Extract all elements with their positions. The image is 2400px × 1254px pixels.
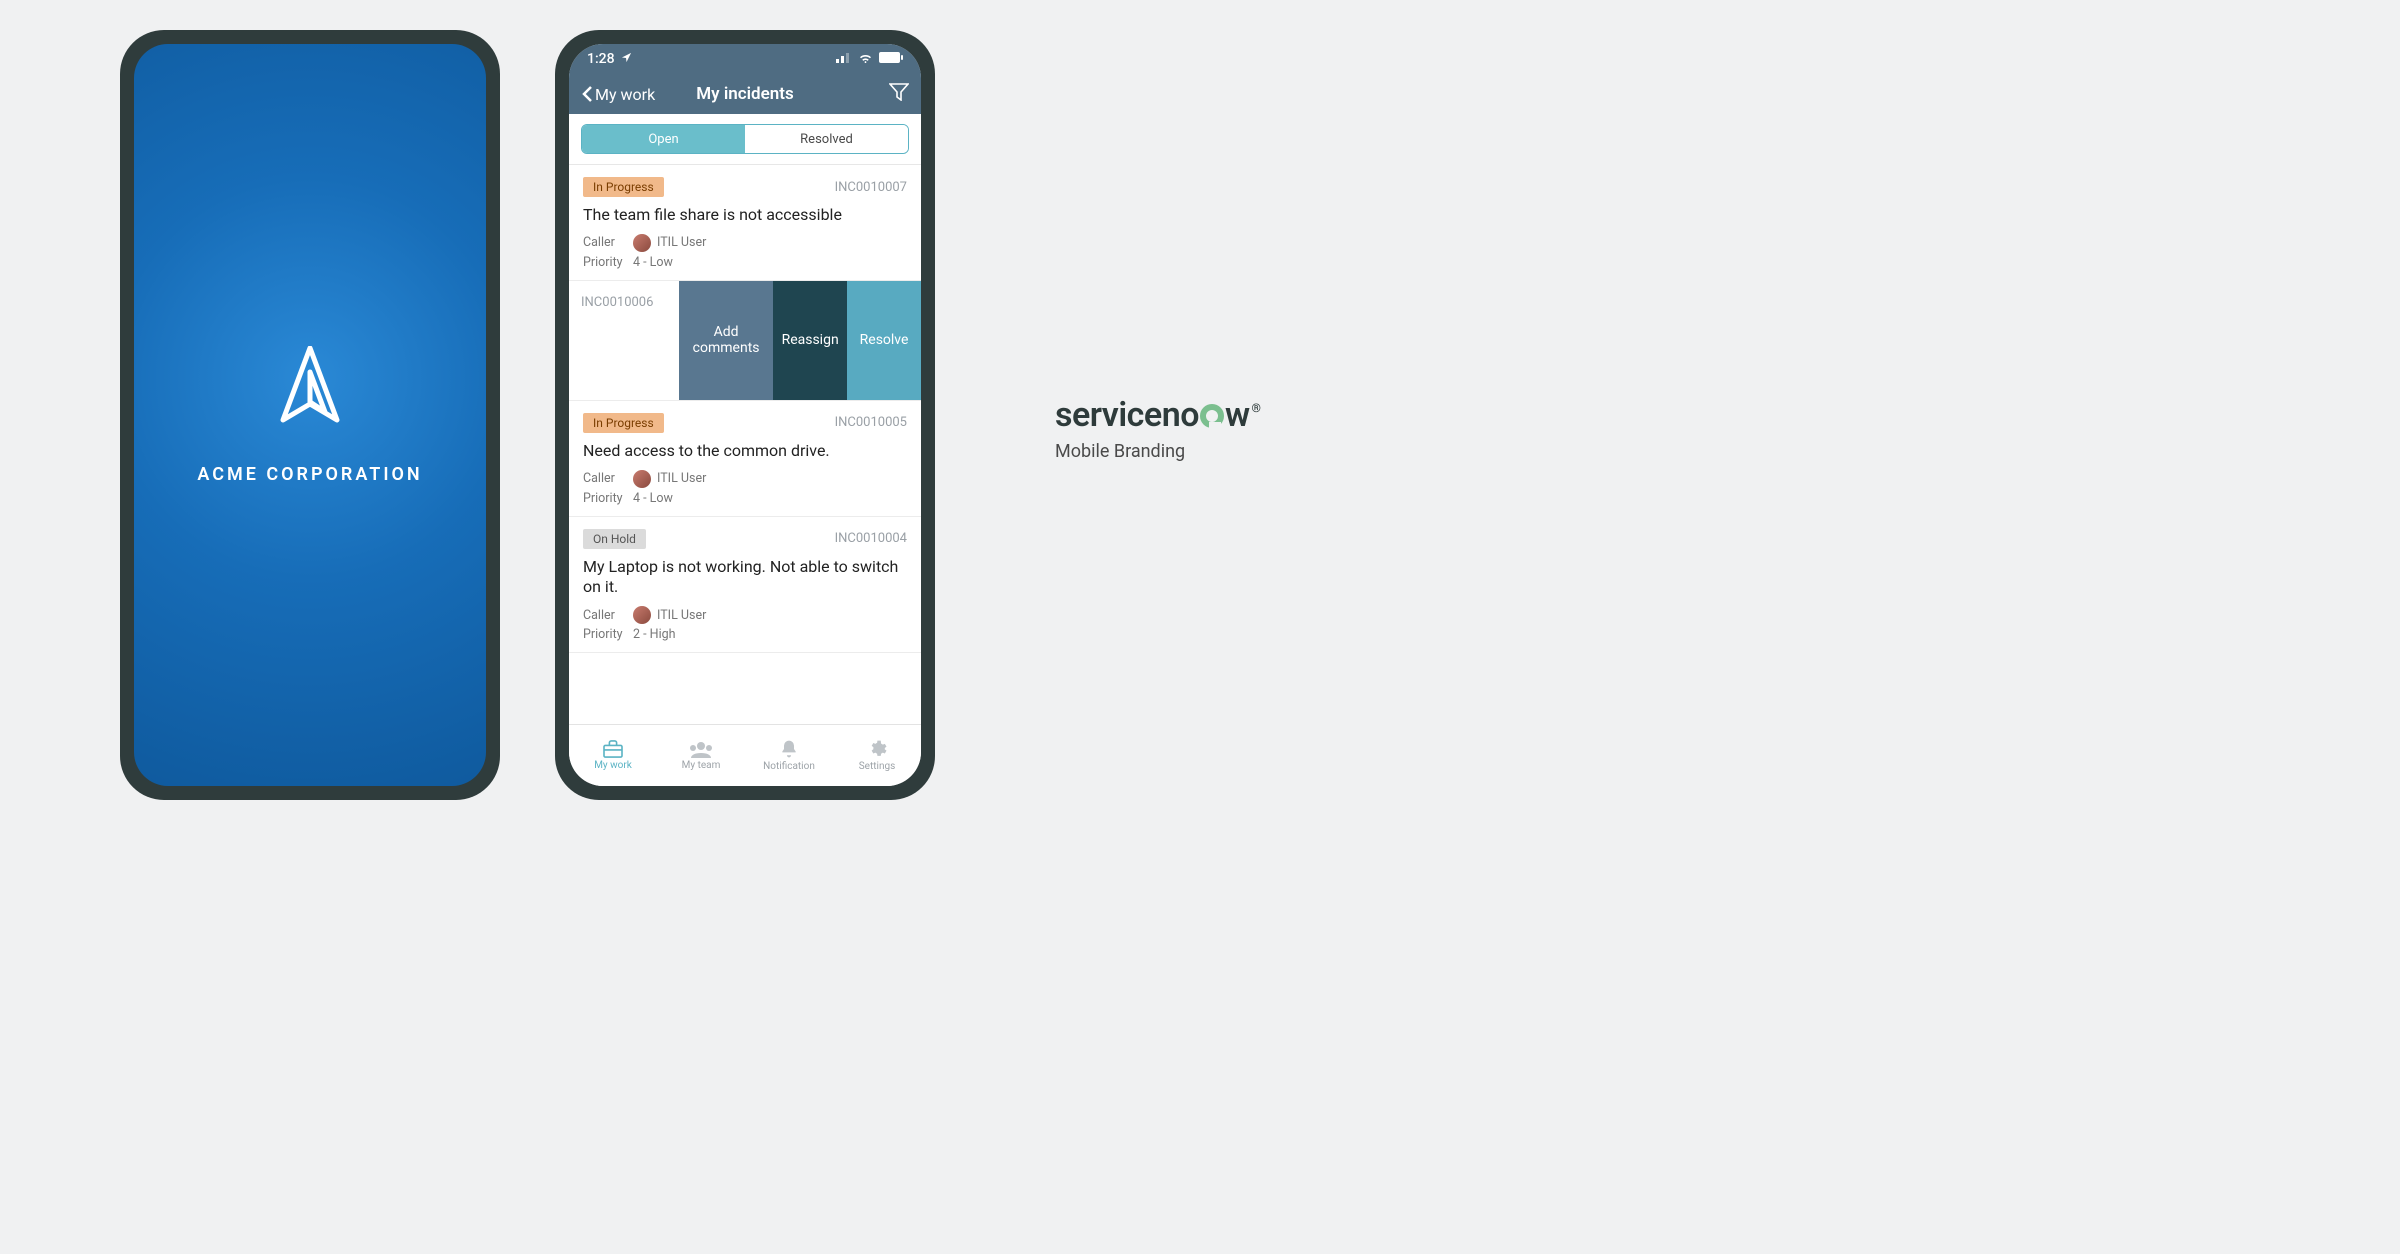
phone-splash: ACME CORPORATION — [120, 30, 500, 800]
brand-name-post: w — [1225, 395, 1250, 435]
location-icon — [621, 51, 632, 67]
incident-card[interactable]: In Progress INC0010007 The team file sha… — [569, 165, 921, 281]
splash-company-name: ACME CORPORATION — [197, 464, 422, 485]
incident-list[interactable]: In Progress INC0010007 The team file sha… — [569, 165, 921, 724]
acme-logo-icon — [275, 346, 345, 436]
incident-card[interactable]: On Hold INC0010004 My Laptop is not work… — [569, 517, 921, 654]
registered-icon: ® — [1252, 401, 1261, 415]
incident-title: The team file share is not accessible — [583, 205, 907, 226]
servicenow-branding: serviceno w ® Mobile Branding — [1055, 395, 1258, 462]
phone-app: 1:28 — [555, 30, 935, 800]
segment-open[interactable]: Open — [582, 125, 745, 153]
swipe-action-reassign[interactable]: Reassign — [773, 281, 847, 400]
tab-my-team[interactable]: My team — [657, 725, 745, 786]
incident-id: INC0010007 — [835, 180, 907, 195]
tab-label: My work — [594, 760, 632, 771]
splash-screen: ACME CORPORATION — [134, 44, 486, 786]
status-segment: Open Resolved — [581, 124, 909, 154]
tab-notification[interactable]: Notification — [745, 725, 833, 786]
incident-id: INC0010004 — [835, 531, 907, 546]
avatar — [633, 606, 651, 624]
caller-name: ITIL User — [657, 608, 706, 623]
incident-title: Need access to the common drive. — [583, 441, 907, 462]
avatar — [633, 234, 651, 252]
segment-resolved[interactable]: Resolved — [745, 125, 908, 153]
incident-title: My Laptop is not working. Not able to sw… — [583, 557, 907, 599]
filter-button[interactable] — [889, 83, 909, 105]
back-button[interactable]: My work — [581, 85, 655, 104]
brand-subtitle: Mobile Branding — [1055, 441, 1258, 462]
avatar — [633, 470, 651, 488]
servicenow-logo: serviceno w ® — [1055, 395, 1258, 435]
tab-label: Notification — [763, 761, 815, 772]
back-label: My work — [595, 85, 655, 104]
caller-name: ITIL User — [657, 471, 706, 486]
incident-id: INC0010005 — [835, 415, 907, 430]
status-bar: 1:28 — [569, 44, 921, 74]
tab-my-work[interactable]: My work — [569, 725, 657, 786]
tab-bar: My work My team Notification Settings — [569, 724, 921, 786]
wifi-icon — [858, 51, 873, 67]
incident-id: INC0010006 — [581, 295, 653, 310]
priority-label: Priority — [583, 627, 627, 642]
swipe-action-resolve[interactable]: Resolve — [847, 281, 921, 400]
battery-icon — [879, 51, 903, 67]
priority-value: 4 - Low — [633, 255, 673, 270]
brand-name-pre: serviceno — [1055, 395, 1199, 435]
tab-settings[interactable]: Settings — [833, 725, 921, 786]
caller-label: Caller — [583, 608, 627, 623]
caller-name: ITIL User — [657, 235, 706, 250]
gear-icon — [867, 739, 887, 759]
status-time: 1:28 — [587, 51, 615, 67]
priority-label: Priority — [583, 255, 627, 270]
incident-card-swiped[interactable]: INC0010006 Add comments Reassign Resolve — [569, 281, 921, 401]
tab-label: My team — [682, 760, 721, 771]
bell-icon — [779, 739, 799, 759]
team-icon — [688, 740, 714, 758]
filter-icon — [889, 83, 909, 101]
caller-label: Caller — [583, 235, 627, 250]
caller-label: Caller — [583, 471, 627, 486]
briefcase-icon — [602, 740, 624, 758]
tab-label: Settings — [859, 761, 896, 772]
priority-value: 4 - Low — [633, 491, 673, 506]
signal-icon — [836, 51, 852, 67]
incident-card[interactable]: In Progress INC0010005 Need access to th… — [569, 401, 921, 517]
priority-value: 2 - High — [633, 627, 676, 642]
swipe-action-add-comments[interactable]: Add comments — [679, 281, 773, 400]
nav-bar: My work My incidents — [569, 74, 921, 114]
status-badge: On Hold — [583, 529, 646, 549]
status-badge: In Progress — [583, 413, 664, 433]
status-badge: In Progress — [583, 177, 664, 197]
brand-o-icon — [1199, 395, 1225, 435]
priority-label: Priority — [583, 491, 627, 506]
